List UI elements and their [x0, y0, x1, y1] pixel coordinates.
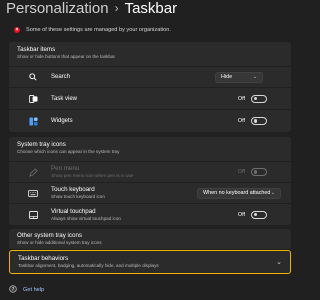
x-circle-icon: × — [14, 27, 20, 33]
task-view-label: Task view — [51, 95, 78, 102]
search-dropdown[interactable]: Hide ⌄ — [215, 71, 263, 83]
touch-keyboard-title: Touch keyboard — [51, 186, 95, 193]
touchpad-icon — [27, 210, 39, 220]
pen-menu-title: Pen menu — [51, 165, 80, 172]
virtual-touchpad-title: Virtual touchpad — [51, 207, 96, 215]
widgets-row: Widgets Off — [9, 110, 291, 132]
breadcrumb: Personalization › Taskbar — [6, 0, 177, 18]
widgets-label: Widgets — [51, 118, 73, 124]
task-view-state: Off — [237, 95, 245, 102]
other-tray-subtitle: Show or hide additional system tray icon… — [17, 240, 102, 245]
task-view-icon — [27, 94, 39, 104]
pen-menu-state: Off — [237, 169, 245, 175]
help-icon: ? — [9, 285, 17, 295]
virtual-touchpad-toggle[interactable] — [251, 210, 267, 219]
search-row: Search Hide ⌄ — [9, 67, 291, 87]
search-icon — [27, 72, 39, 82]
system-tray-header[interactable]: System tray icons Choose which icons can… — [9, 137, 291, 161]
breadcrumb-separator: › — [114, 1, 119, 15]
other-tray-title: Other system tray icons — [17, 232, 82, 239]
search-dropdown-value: Hide — [221, 74, 233, 80]
touch-keyboard-text: Touch keyboard Show touch keyboard icon — [51, 186, 197, 200]
widgets-toggle-group: Off — [238, 117, 267, 125]
taskbar-behaviors-text: Taskbar behaviors Taskbar alignment, bad… — [18, 255, 276, 269]
breadcrumb-parent[interactable]: Personalization — [6, 0, 109, 17]
virtual-touchpad-text: Virtual touchpad Always show virtual tou… — [51, 208, 238, 222]
pen-menu-row: Pen menu Show pen menu icon when pen is … — [9, 162, 291, 182]
taskbar-items-title: Taskbar items — [17, 46, 56, 53]
pen-menu-toggle — [251, 168, 267, 176]
virtual-touchpad-row: Virtual touchpad Always show virtual tou… — [9, 204, 291, 225]
get-help-link[interactable]: ? Get help — [9, 285, 44, 295]
taskbar-behaviors-subtitle: Taskbar alignment, badging, automaticall… — [18, 263, 159, 268]
widgets-toggle[interactable] — [251, 117, 267, 125]
task-view-toggle[interactable] — [251, 94, 267, 103]
taskbar-items-header[interactable]: Taskbar items Show or hide buttons that … — [9, 42, 291, 66]
touch-keyboard-dropdown[interactable]: When no keyboard attached ⌄ — [197, 187, 281, 199]
other-tray-expander[interactable]: Other system tray icons Show or hide add… — [9, 229, 291, 249]
virtual-touchpad-toggle-group: Off — [237, 210, 267, 219]
task-view-row: Task view Off — [9, 88, 291, 109]
taskbar-behaviors-title: Taskbar behaviors — [18, 255, 69, 262]
widgets-state: Off — [237, 118, 245, 124]
touch-keyboard-subtitle: Show touch keyboard icon — [51, 194, 105, 199]
virtual-touchpad-state: Off — [237, 211, 245, 218]
virtual-touchpad-subtitle: Always show virtual touchpad icon — [51, 215, 121, 221]
taskbar-behaviors-expander[interactable]: Taskbar behaviors Taskbar alignment, bad… — [9, 250, 291, 274]
get-help-label: Get help — [23, 287, 45, 293]
managed-notice: × Some of these settings are managed by … — [14, 24, 171, 36]
widgets-icon — [27, 116, 39, 126]
task-view-toggle-group: Off — [237, 94, 267, 103]
chevron-down-icon: ⌄ — [252, 74, 257, 80]
pen-menu-toggle-group: Off — [238, 168, 267, 176]
taskbar-items-subtitle: Show or hide buttons that appear on the … — [17, 54, 116, 59]
pen-icon — [27, 167, 39, 177]
pen-menu-subtitle: Show pen menu icon when pen is in use — [51, 173, 134, 178]
system-tray-subtitle: Choose which icons can appear in the sys… — [17, 149, 120, 154]
touch-keyboard-dropdown-value: When no keyboard attached — [203, 190, 271, 196]
keyboard-icon — [27, 188, 39, 198]
search-label: Search — [51, 74, 71, 80]
pen-menu-text: Pen menu Show pen menu icon when pen is … — [51, 165, 238, 179]
chevron-down-icon: ⌄ — [276, 259, 282, 266]
chevron-down-icon: ⌄ — [270, 190, 275, 196]
system-tray-title: System tray icons — [17, 141, 66, 148]
page-title: Taskbar — [124, 0, 178, 17]
touch-keyboard-row: Touch keyboard Show touch keyboard icon … — [9, 183, 291, 203]
managed-notice-text: Some of these settings are managed by yo… — [26, 27, 171, 33]
